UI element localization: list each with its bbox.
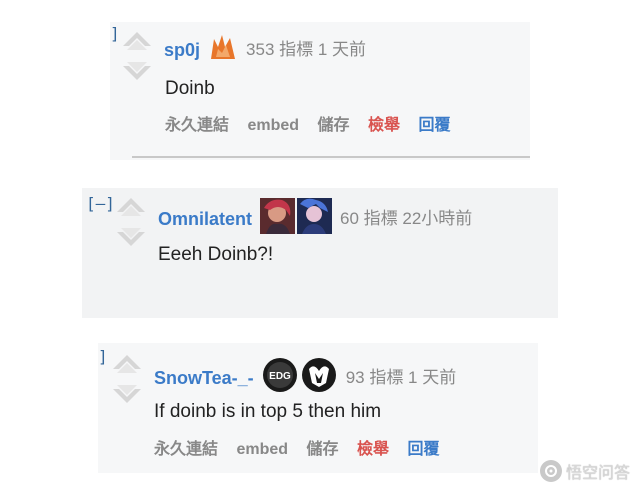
vote-arrows (120, 30, 154, 82)
svg-text:EDG: EDG (269, 371, 291, 382)
vote-arrows (110, 353, 144, 405)
comment-body: Doinb (165, 78, 215, 99)
collapse-toggle[interactable]: ] (110, 26, 120, 42)
comment-body: Eeeh Doinb?! (158, 244, 274, 265)
ig-logo-icon (301, 358, 336, 392)
embed-button[interactable]: embed (247, 117, 299, 134)
champion-flairs (260, 198, 333, 240)
comment-body: If doinb is in top 5 then him (154, 401, 382, 422)
reply-button[interactable]: 回覆 (407, 441, 439, 458)
author-link[interactable]: SnowTea-_- (154, 367, 254, 389)
report-button[interactable]: 檢舉 (368, 117, 400, 134)
report-button[interactable]: 檢舉 (357, 441, 389, 458)
comment-tagline: SnowTea-_- EDG 93 指標 1 天前 (154, 357, 456, 399)
vote-arrows (114, 196, 148, 248)
collapse-toggle[interactable]: ] (98, 349, 108, 365)
comment-snowtea: ] SnowTea-_- EDG 93 指標 1 天前 If doinb is … (98, 343, 538, 473)
upvote-arrow-icon[interactable] (120, 30, 154, 82)
score-time: 60 指標 22小時前 (340, 209, 473, 228)
comment-sp0j: ] sp0j 353 指標 1 天前 Doinb 永久連結 embed 儲存 檢… (110, 22, 530, 160)
score-time: 93 指標 1 天前 (345, 368, 457, 387)
watermark-text: 悟空问答 (565, 465, 630, 482)
save-button[interactable]: 儲存 (307, 441, 339, 458)
upvote-arrow-icon[interactable] (114, 196, 148, 248)
reply-button[interactable]: 回覆 (418, 117, 450, 134)
comment-omnilatent: [–] Omnilatent 60 指標 22小時前 Eeeh Doinb?! (82, 188, 558, 318)
score-time: 353 指標 1 天前 (246, 40, 367, 59)
embed-button[interactable]: embed (236, 441, 288, 458)
team-flairs: EDG (262, 357, 338, 399)
wukong-logo-icon (539, 460, 562, 482)
save-button[interactable]: 儲存 (318, 117, 350, 134)
comment-tagline: sp0j 353 指標 1 天前 (164, 33, 366, 67)
watermark: 悟空问答 (539, 459, 630, 483)
collapse-toggle[interactable]: [–] (86, 196, 115, 212)
permalink-button[interactable]: 永久連結 (165, 117, 229, 134)
thread-divider (132, 156, 530, 158)
author-link[interactable]: sp0j (164, 39, 200, 61)
team-flair-icon (208, 33, 238, 67)
author-link[interactable]: Omnilatent (158, 208, 252, 230)
comment-buttons: 永久連結 embed 儲存 檢舉 回覆 (154, 440, 453, 460)
edg-logo-icon: EDG (262, 358, 297, 392)
comment-tagline: Omnilatent 60 指標 22小時前 (158, 198, 472, 240)
upvote-arrow-icon[interactable] (110, 353, 144, 405)
permalink-button[interactable]: 永久連結 (154, 441, 218, 458)
comment-buttons: 永久連結 embed 儲存 檢舉 回覆 (165, 116, 464, 136)
